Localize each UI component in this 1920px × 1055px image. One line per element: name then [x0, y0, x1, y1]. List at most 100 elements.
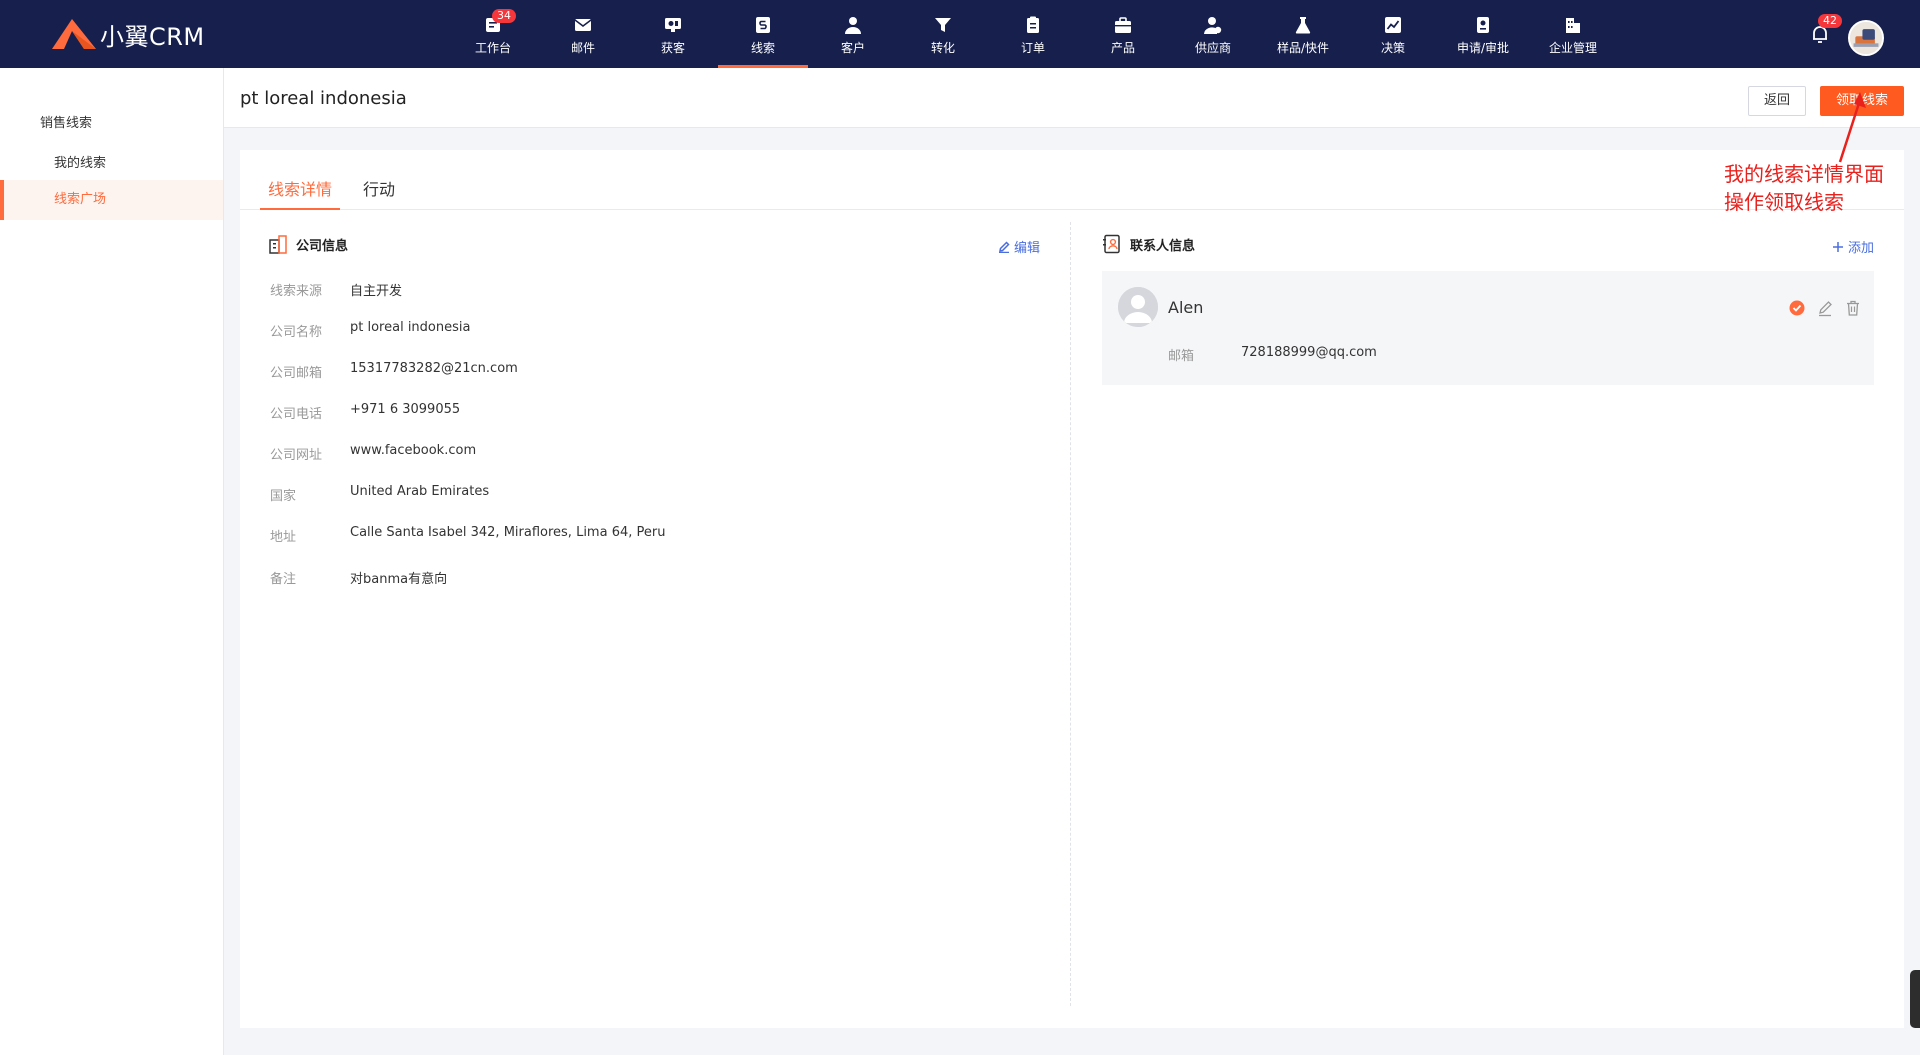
logo-icon — [52, 19, 96, 49]
top-navbar: 小翼CRM 34 工作台 邮件 获客 线索 客户 转化 订单 产品 供应商 样品… — [0, 0, 1920, 68]
sample-icon — [1295, 17, 1311, 34]
field-value-company-website: www.facebook.com — [350, 443, 477, 458]
edit-label: 编辑 — [1014, 241, 1041, 256]
page-header: pt loreal indonesia 返回 领取线索 — [224, 68, 1920, 128]
leads-icon — [756, 17, 770, 33]
contact-avatar — [1118, 287, 1158, 327]
nav-label: 订单 — [1020, 41, 1045, 55]
page-title: pt loreal indonesia — [240, 88, 407, 109]
nav-item-acquire[interactable]: 获客 — [628, 0, 718, 68]
enterprise-icon — [1566, 18, 1580, 33]
edit-contact-icon[interactable] — [1816, 299, 1834, 317]
tab-lead-details[interactable]: 线索详情 — [260, 176, 341, 210]
nav-item-supplier[interactable]: 供应商 — [1168, 0, 1258, 68]
nav-label: 决策 — [1380, 41, 1405, 55]
nav-label: 转化 — [930, 41, 955, 55]
annotation-note: 我的线索详情界面 操作领取线索 — [1724, 160, 1914, 216]
field-value-address: Calle Santa Isabel 342, Miraflores, Lima… — [350, 525, 666, 540]
company-info-header: 公司信息 — [268, 234, 348, 254]
notification-bell[interactable]: 42 — [1810, 14, 1842, 46]
customer-icon — [845, 17, 861, 34]
supplier-icon — [1204, 17, 1222, 34]
edit-company-link[interactable]: 编辑 — [998, 237, 1040, 256]
field-value-remark: 对banma有意向 — [350, 572, 448, 587]
scroll-handle[interactable] — [1910, 970, 1920, 1028]
default-avatar-icon — [1118, 287, 1158, 327]
field-label-company-website: 公司网址 — [270, 448, 323, 463]
nav-item-order[interactable]: 订单 — [988, 0, 1078, 68]
contact-info-title: 联系人信息 — [1130, 238, 1196, 254]
sidebar: 销售线索 我的线索 线索广场 — [0, 68, 224, 1055]
nav-label: 客户 — [840, 41, 865, 55]
logo-text: 小翼CRM — [100, 22, 205, 51]
contact-email: 728188999@qq.com — [1241, 345, 1377, 360]
add-label: 添加 — [1848, 241, 1875, 256]
nav-label: 供应商 — [1194, 41, 1231, 55]
annotation-line-2: 操作领取线索 — [1724, 190, 1844, 214]
field-value-company-email: 15317783282@21cn.com — [350, 361, 518, 376]
nav-item-sample[interactable]: 样品/快件 — [1258, 0, 1348, 68]
nav-label: 产品 — [1110, 41, 1135, 55]
decision-icon — [1385, 17, 1401, 33]
column-divider — [1070, 222, 1071, 1006]
sidebar-item-lead-square[interactable]: 线索广场 — [0, 180, 223, 220]
avatar-image — [1850, 22, 1882, 54]
approval-icon — [1477, 17, 1489, 33]
field-label-remark: 备注 — [270, 572, 297, 587]
notification-badge: 42 — [1818, 14, 1842, 28]
funnel-icon — [935, 18, 951, 32]
sidebar-group-title: 销售线索 — [40, 116, 93, 131]
mail-icon — [574, 19, 592, 31]
field-value-company-name: pt loreal indonesia — [350, 320, 471, 335]
pencil-icon — [999, 240, 1010, 253]
nav-item-decision[interactable]: 决策 — [1348, 0, 1438, 68]
tab-bar: 线索详情 行动 — [240, 176, 1904, 210]
annotation-line-1: 我的线索详情界面 — [1724, 162, 1884, 186]
delete-contact-icon[interactable] — [1844, 299, 1862, 317]
add-contact-link[interactable]: 添加 — [1832, 237, 1874, 256]
field-label-company-name: 公司名称 — [270, 325, 323, 340]
nav-label: 样品/快件 — [1276, 41, 1330, 55]
acquire-icon — [665, 18, 681, 32]
contact-name: Alen — [1168, 298, 1204, 317]
app-logo[interactable]: 小翼CRM — [50, 16, 205, 52]
nav-item-dashboard[interactable]: 34 工作台 — [448, 0, 538, 68]
field-value-source: 自主开发 — [350, 284, 403, 299]
nav-label: 申请/审批 — [1456, 41, 1510, 55]
field-label-company-phone: 公司电话 — [270, 407, 323, 422]
field-label-country: 国家 — [270, 489, 297, 504]
contact-actions — [1788, 299, 1862, 317]
contact-card: Alen 邮箱 728188999@qq.com — [1102, 271, 1874, 385]
nav-label: 邮件 — [570, 41, 595, 55]
field-label-company-email: 公司邮箱 — [270, 366, 323, 381]
contact-info-header: 联系人信息 — [1102, 234, 1195, 254]
nav-item-mail[interactable]: 邮件 — [538, 0, 628, 68]
nav-label: 线索 — [750, 41, 775, 55]
primary-contact-check-icon[interactable] — [1788, 299, 1806, 317]
annotation-arrow-icon — [1838, 92, 1866, 163]
nav-item-leads[interactable]: 线索 — [718, 0, 808, 68]
user-avatar[interactable] — [1848, 20, 1884, 56]
field-value-country: United Arab Emirates — [350, 484, 490, 499]
contact-book-icon — [1103, 234, 1120, 254]
nav-item-approval[interactable]: 申请/审批 — [1438, 0, 1528, 68]
nav-item-convert[interactable]: 转化 — [898, 0, 988, 68]
nav-badge: 34 — [492, 9, 516, 23]
field-label-source: 线索来源 — [270, 284, 323, 299]
sidebar-item-my-leads[interactable]: 我的线索 — [0, 144, 223, 184]
order-icon — [1027, 16, 1039, 33]
plus-icon — [1833, 241, 1843, 252]
back-button[interactable]: 返回 — [1748, 86, 1806, 116]
company-building-icon — [269, 235, 287, 254]
nav-item-enterprise[interactable]: 企业管理 — [1528, 0, 1618, 68]
field-label-address: 地址 — [270, 530, 297, 545]
main-nav: 34 工作台 邮件 获客 线索 客户 转化 订单 产品 供应商 样品/快件 决策… — [448, 0, 1618, 68]
nav-label: 企业管理 — [1548, 41, 1597, 55]
nav-item-customer[interactable]: 客户 — [808, 0, 898, 68]
nav-item-product[interactable]: 产品 — [1078, 0, 1168, 68]
company-info-title: 公司信息 — [296, 238, 349, 254]
nav-label: 获客 — [660, 41, 685, 55]
tab-actions[interactable]: 行动 — [355, 176, 403, 210]
field-value-company-phone: +971 6 3099055 — [350, 402, 461, 417]
nav-label: 工作台 — [474, 41, 511, 55]
